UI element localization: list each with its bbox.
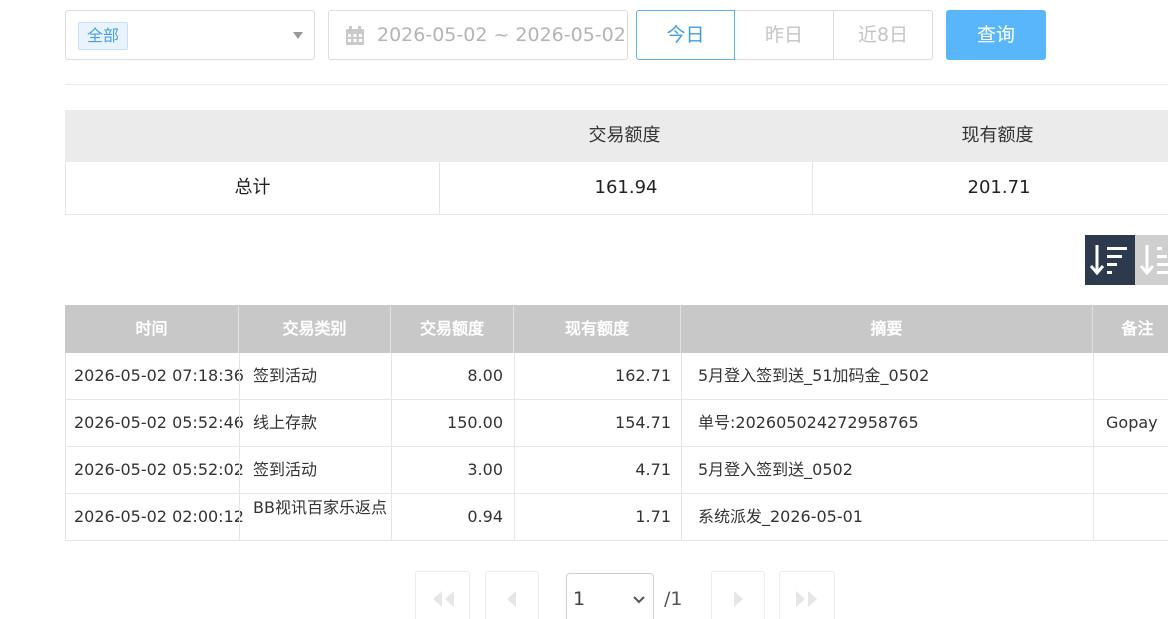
total-pages: /1 — [664, 588, 683, 610]
header-type: 交易类别 — [238, 305, 390, 353]
table-row: 2026-05-02 05:52:02 签到活动 3.00 4.71 5月登入签… — [65, 447, 1168, 494]
sort-desc-icon — [1089, 245, 1127, 276]
cell-time: 2026-05-02 07:18:36 — [74, 366, 244, 385]
chevron-down-icon — [293, 32, 303, 39]
summary-current-amount: 201.71 — [812, 162, 1168, 214]
cell-type: 签到活动 — [239, 353, 391, 399]
cell-amount: 0.94 — [391, 494, 514, 540]
sort-asc-button[interactable] — [1135, 235, 1168, 285]
date-range-text: 2026-05-02 ~ 2026-05-02 — [377, 24, 626, 46]
cell-type: 线上存款 — [239, 400, 391, 446]
summary-trade-amount: 161.94 — [439, 162, 812, 214]
prev-page-icon — [507, 591, 516, 607]
header-time: 时间 — [135, 319, 168, 338]
header-note: 备注 — [1092, 305, 1168, 353]
header-balance: 现有额度 — [513, 305, 680, 353]
cell-note: Gopay — [1093, 400, 1168, 446]
table-header: 时间 交易类别 交易额度 现有额度 摘要 备注 — [65, 305, 1168, 353]
header-summary: 摘要 — [680, 305, 1092, 353]
cell-time: 2026-05-02 05:52:02 — [74, 460, 244, 479]
summary-header: 交易额度 现有额度 — [65, 110, 1168, 162]
yesterday-button[interactable]: 昨日 — [735, 10, 834, 60]
category-select[interactable]: 全部 — [65, 10, 315, 60]
last-8-days-button[interactable]: 近8日 — [834, 10, 933, 60]
today-button[interactable]: 今日 — [636, 10, 735, 60]
query-button[interactable]: 查询 — [946, 10, 1046, 60]
summary-header-current-amount: 现有额度 — [961, 125, 1034, 146]
cell-type: BB视讯百家乐返点 — [239, 494, 391, 540]
sort-asc-icon — [1139, 245, 1168, 276]
sort-desc-button[interactable] — [1085, 235, 1135, 285]
page-select-value: 1 — [573, 588, 586, 610]
summary-row: 总计 161.94 201.71 — [65, 162, 1168, 215]
date-range-input[interactable]: 2026-05-02 ~ 2026-05-02 — [328, 10, 628, 60]
first-page-button[interactable] — [415, 571, 470, 619]
cell-balance: 4.71 — [514, 447, 681, 493]
cell-summary: 5月登入签到送_0502 — [681, 447, 1093, 493]
cell-time: 2026-05-02 05:52:46 — [74, 413, 244, 432]
cell-amount: 8.00 — [391, 353, 514, 399]
table-row: 2026-05-02 05:52:46 线上存款 150.00 154.71 单… — [65, 400, 1168, 447]
page-select[interactable]: 1 — [566, 573, 654, 619]
next-page-icon — [734, 591, 743, 607]
cell-note — [1093, 494, 1168, 540]
table-row: 2026-05-02 02:00:12 BB视讯百家乐返点 0.94 1.71 … — [65, 494, 1168, 541]
cell-note — [1093, 353, 1168, 399]
last-page-button[interactable] — [779, 571, 835, 619]
next-page-button[interactable] — [711, 571, 765, 619]
transactions-table: 时间 交易类别 交易额度 现有额度 摘要 备注 2026-05-02 07:18… — [65, 305, 1168, 541]
last-page-icon — [796, 591, 817, 607]
cell-summary: 系统派发_2026-05-01 — [681, 494, 1093, 540]
summary-header-trade-amount: 交易额度 — [588, 125, 661, 146]
divider — [65, 84, 1168, 85]
cell-balance: 1.71 — [514, 494, 681, 540]
cell-amount: 3.00 — [391, 447, 514, 493]
cell-amount: 150.00 — [391, 400, 514, 446]
cell-balance: 162.71 — [514, 353, 681, 399]
summary-table: 交易额度 现有额度 总计 161.94 201.71 — [65, 110, 1168, 215]
table-row: 2026-05-02 07:18:36 签到活动 8.00 162.71 5月登… — [65, 353, 1168, 400]
cell-balance: 154.71 — [514, 400, 681, 446]
summary-total-label: 总计 — [234, 177, 271, 198]
cell-note — [1093, 447, 1168, 493]
cell-time: 2026-05-02 02:00:12 — [74, 507, 244, 526]
calendar-icon — [346, 26, 364, 45]
prev-page-button[interactable] — [485, 571, 539, 619]
cell-summary: 单号:202605024272958765 — [681, 400, 1093, 446]
first-page-icon — [432, 591, 454, 607]
category-tag: 全部 — [78, 22, 129, 50]
cell-summary: 5月登入签到送_51加码金_0502 — [681, 353, 1093, 399]
header-amount: 交易额度 — [390, 305, 513, 353]
cell-type: 签到活动 — [239, 447, 391, 493]
chevron-down-icon — [633, 596, 645, 604]
